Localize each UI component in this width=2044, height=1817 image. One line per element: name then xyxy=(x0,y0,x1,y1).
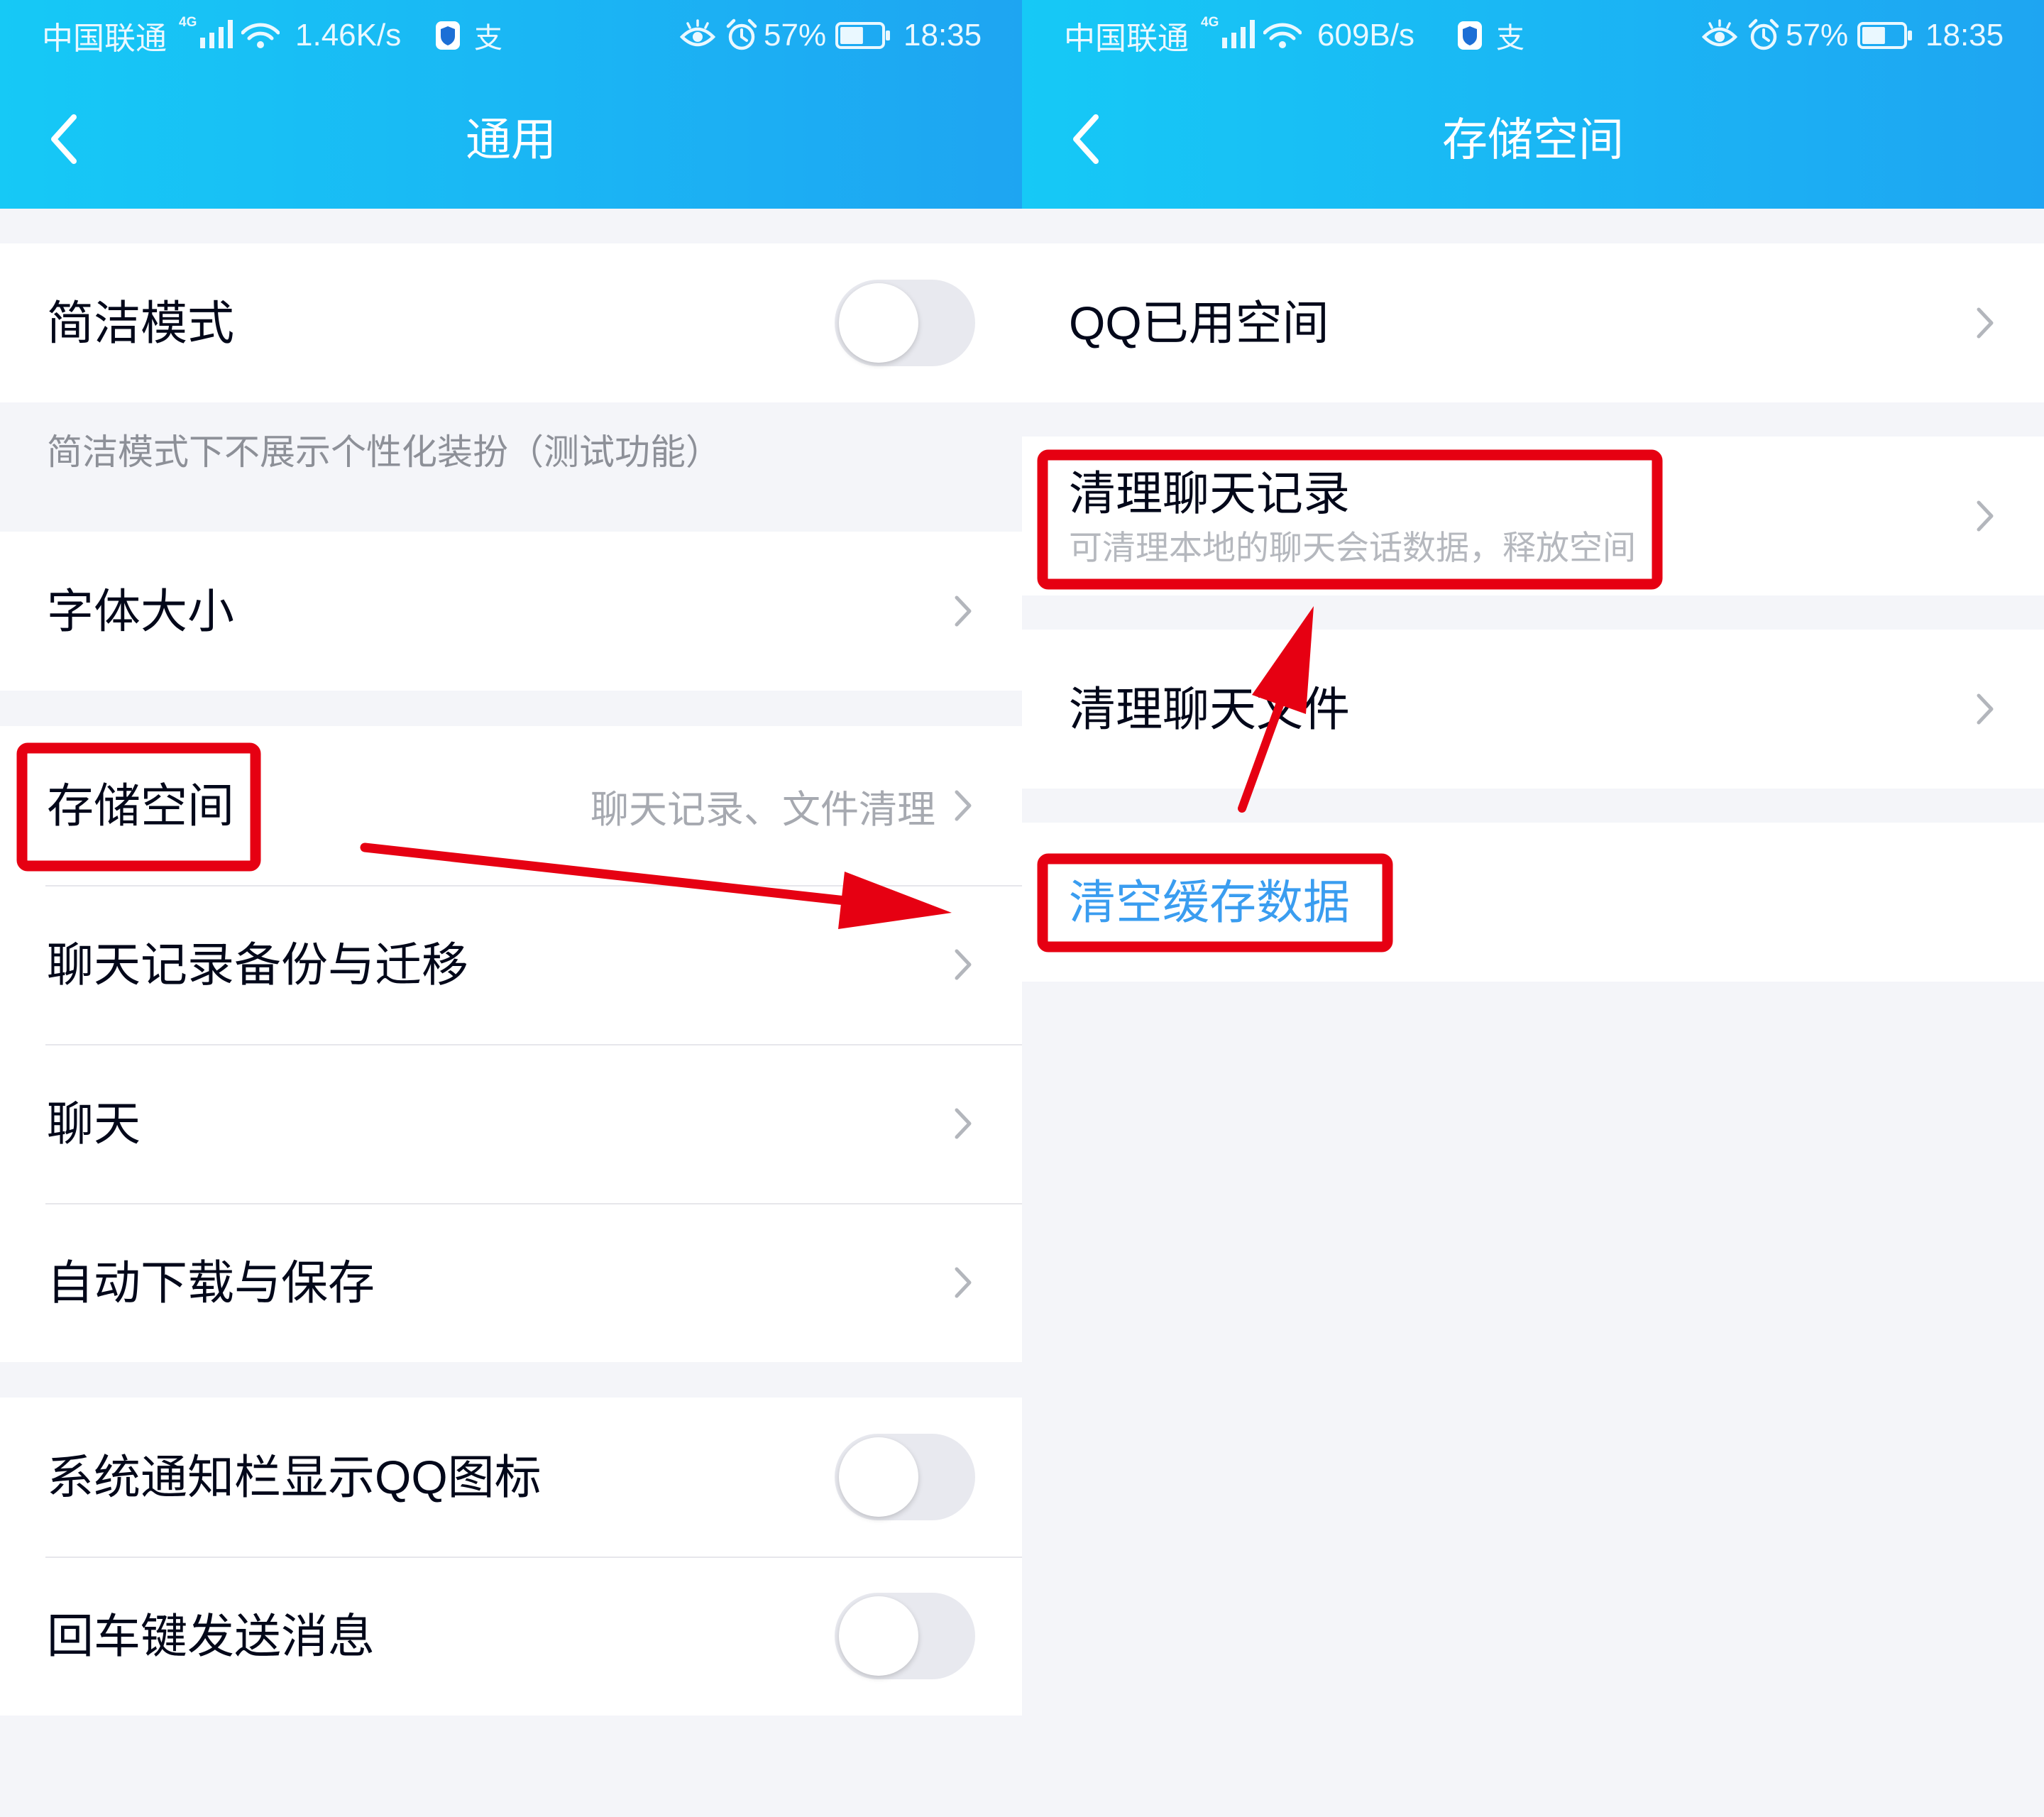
network-speed: 1.46K/s xyxy=(295,18,402,53)
chevron-right-icon xyxy=(955,595,972,627)
chevron-left-icon xyxy=(51,114,77,164)
setting-row-concise-mode[interactable]: 简洁模式 xyxy=(0,243,1022,402)
setting-label: 聊天 xyxy=(47,1097,141,1150)
back-button[interactable] xyxy=(44,111,84,168)
concise-mode-note: 简洁模式下不展示个性化装扮（测试功能） xyxy=(47,432,721,472)
chevron-right-icon xyxy=(1977,693,1994,725)
storage-screen: 中国联通 4G 609B/s 支 57% 18:35 存储空间 QQ已用空间 清… xyxy=(1022,0,2044,1817)
wifi-icon xyxy=(1263,0,1302,71)
alipay-icon: 支 xyxy=(1496,23,1524,54)
status-bar: 中国联通 4G 609B/s 支 57% 18:35 xyxy=(1022,0,2044,71)
storage-row-qq-used-space[interactable]: QQ已用空间 xyxy=(1022,243,2044,402)
storage-row-clean-chat-records[interactable]: 清理聊天记录 可清理本地的聊天会话数据，释放空间 xyxy=(1022,437,2044,595)
carrier-name: 中国联通 xyxy=(42,21,167,56)
clear-cache-button[interactable]: 清空缓存数据 xyxy=(1022,823,2044,982)
nav-bar: 通用 xyxy=(0,71,1022,209)
shield-icon xyxy=(434,0,461,71)
network-speed: 609B/s xyxy=(1317,18,1414,53)
chevron-right-icon xyxy=(955,790,972,821)
signal-icon xyxy=(1222,0,1255,71)
setting-row-auto-download[interactable]: 自动下载与保存 xyxy=(0,1203,1022,1362)
battery-icon xyxy=(835,0,892,71)
setting-label: 聊天记录备份与迁移 xyxy=(47,938,468,991)
setting-label: 自动下载与保存 xyxy=(47,1256,375,1309)
enter-to-send-toggle[interactable] xyxy=(835,1593,975,1679)
status-time: 18:35 xyxy=(1925,18,2004,53)
setting-label: QQ已用空间 xyxy=(1069,297,1329,349)
network-type-label: 4G xyxy=(1201,15,1219,30)
setting-label: 系统通知栏显示QQ图标 xyxy=(47,1451,542,1503)
wifi-icon xyxy=(241,0,280,71)
storage-options-list: QQ已用空间 清理聊天记录 可清理本地的聊天会话数据，释放空间 清理聊天文件 清… xyxy=(1022,209,2044,982)
clear-cache-label: 清空缓存数据 xyxy=(1069,876,1350,928)
chevron-right-icon xyxy=(1977,307,1994,339)
concise-mode-toggle[interactable] xyxy=(835,280,975,366)
chevron-right-icon xyxy=(1977,500,1994,532)
setting-row-enter-to-send[interactable]: 回车键发送消息 xyxy=(0,1557,1022,1716)
alarm-icon xyxy=(725,0,758,71)
chevron-left-icon xyxy=(1073,114,1099,164)
chevron-right-icon xyxy=(955,1267,972,1298)
setting-row-notification-icon[interactable]: 系统通知栏显示QQ图标 xyxy=(0,1398,1022,1557)
page-title: 存储空间 xyxy=(1442,114,1624,165)
nav-bar: 存储空间 xyxy=(1022,71,2044,209)
toggle-knob xyxy=(839,283,918,363)
notification-icon-toggle[interactable] xyxy=(835,1434,975,1520)
setting-row-chat-backup[interactable]: 聊天记录备份与迁移 xyxy=(0,885,1022,1044)
status-bar: 中国联通 4G 1.46K/s 支 57% 18:35 xyxy=(0,0,1022,71)
setting-label: 回车键发送消息 xyxy=(47,1610,375,1662)
toggle-knob xyxy=(839,1596,918,1676)
setting-label: 简洁模式 xyxy=(47,297,234,349)
page-title: 通用 xyxy=(466,114,556,165)
setting-label: 存储空间 xyxy=(47,779,234,832)
battery-icon xyxy=(1857,0,1914,71)
eye-comfort-icon xyxy=(680,0,715,71)
carrier-name: 中国联通 xyxy=(1064,21,1189,56)
chevron-right-icon xyxy=(955,949,972,980)
setting-label: 字体大小 xyxy=(47,585,234,637)
battery-percentage: 57% xyxy=(764,18,827,53)
battery-percentage: 57% xyxy=(1786,18,1849,53)
setting-row-font-size[interactable]: 字体大小 xyxy=(0,532,1022,691)
alarm-icon xyxy=(1747,0,1780,71)
alipay-icon: 支 xyxy=(474,23,502,54)
setting-detail: 聊天记录、文件清理 xyxy=(590,788,935,831)
shield-icon xyxy=(1456,0,1483,71)
setting-row-chat[interactable]: 聊天 xyxy=(0,1044,1022,1203)
app-header: 中国联通 4G 1.46K/s 支 57% 18:35 通用 xyxy=(0,0,1022,209)
back-button[interactable] xyxy=(1066,111,1106,168)
setting-label: 清理聊天记录 xyxy=(1069,466,1350,520)
toggle-knob xyxy=(839,1437,918,1517)
signal-icon xyxy=(200,0,233,71)
eye-comfort-icon xyxy=(1702,0,1737,71)
settings-list: 简洁模式 简洁模式下不展示个性化装扮（测试功能） 字体大小 存储空间 聊天记录、… xyxy=(0,209,1022,1716)
setting-label: 清理聊天文件 xyxy=(1069,683,1350,735)
setting-subtitle: 可清理本地的聊天会话数据，释放空间 xyxy=(1069,528,1636,566)
general-settings-screen: 中国联通 4G 1.46K/s 支 57% 18:35 通用 简洁模式 简洁模式… xyxy=(0,0,1022,1817)
setting-text-block: 清理聊天记录 可清理本地的聊天会话数据，释放空间 xyxy=(1069,465,1976,568)
status-time: 18:35 xyxy=(903,18,982,53)
chevron-right-icon xyxy=(955,1108,972,1139)
setting-row-storage[interactable]: 存储空间 聊天记录、文件清理 xyxy=(0,726,1022,885)
storage-row-clean-chat-files[interactable]: 清理聊天文件 xyxy=(1022,630,2044,789)
app-header: 中国联通 4G 609B/s 支 57% 18:35 存储空间 xyxy=(1022,0,2044,209)
network-type-label: 4G xyxy=(179,15,197,30)
